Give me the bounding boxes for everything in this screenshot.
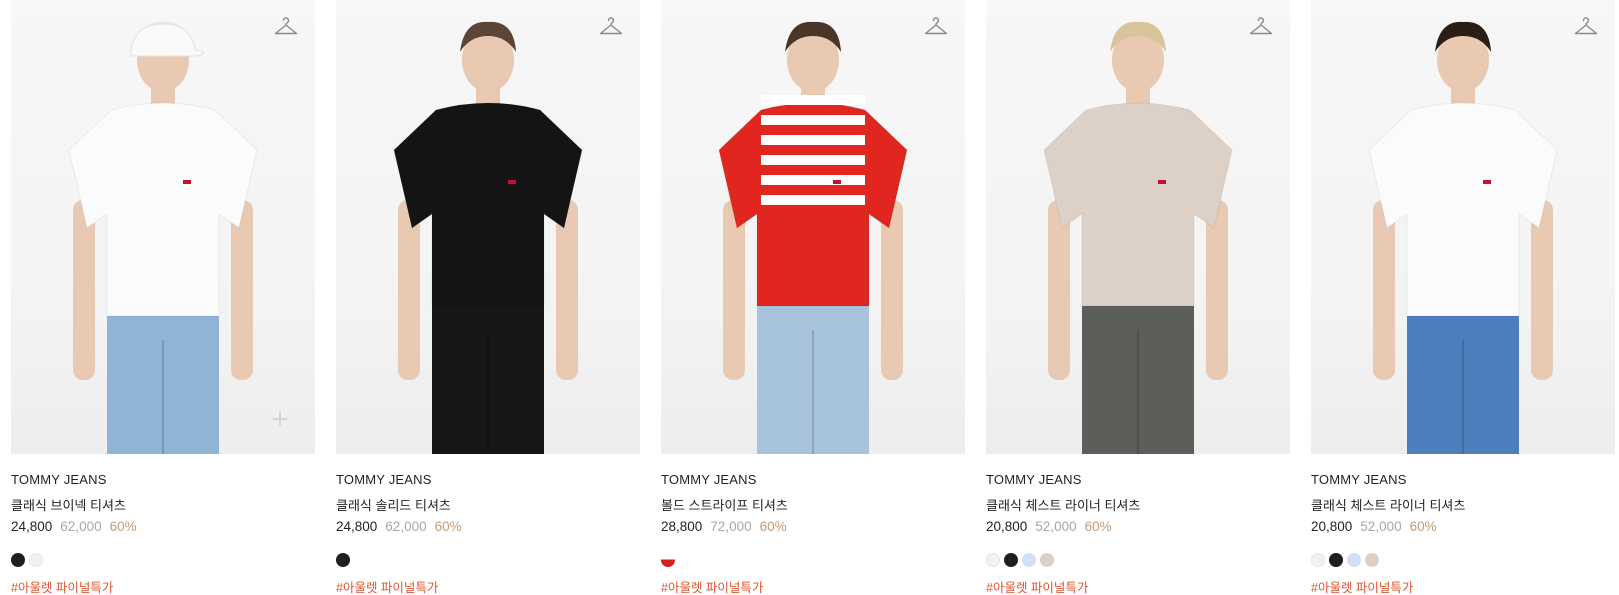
price-row: 28,800 72,000 60% — [661, 519, 787, 534]
sale-price: 24,800 — [11, 519, 53, 534]
discount-rate: 60% — [1409, 519, 1437, 534]
promo-tag[interactable]: #아울렛 파이널특가 — [661, 577, 763, 595]
product-brand: TOMMY JEANS — [661, 472, 757, 487]
price-row: 24,800 62,000 60% — [336, 519, 462, 534]
original-price: 52,000 — [1360, 519, 1402, 534]
discount-rate: 60% — [109, 519, 137, 534]
color-swatch[interactable] — [661, 553, 675, 567]
color-swatches — [1311, 553, 1379, 567]
promo-tag[interactable]: #아울렛 파이널특가 — [986, 577, 1088, 595]
promo-tag[interactable]: #아울렛 파이널특가 — [11, 577, 113, 595]
color-swatch[interactable] — [1022, 553, 1036, 567]
product-brand: TOMMY JEANS — [986, 472, 1082, 487]
product-card[interactable]: TOMMY JEANS 클래식 체스트 라이너 티셔츠 20,800 52,000… — [1311, 0, 1615, 595]
product-grid: TOMMY JEANS 클래식 브이넥 티셔츠 24,800 62,000 60% … — [0, 0, 1619, 595]
product-brand: TOMMY JEANS — [1311, 472, 1407, 487]
product-card[interactable]: TOMMY JEANS 클래식 브이넥 티셔츠 24,800 62,000 60% … — [11, 0, 315, 595]
color-swatch[interactable] — [336, 553, 350, 567]
color-swatch[interactable] — [1040, 553, 1054, 567]
original-price: 62,000 — [60, 519, 102, 534]
color-swatch[interactable] — [29, 553, 43, 567]
discount-rate: 60% — [1084, 519, 1112, 534]
original-price: 52,000 — [1035, 519, 1077, 534]
hanger-icon[interactable] — [273, 14, 299, 38]
color-swatch[interactable] — [1347, 553, 1361, 567]
color-swatches — [336, 553, 350, 567]
product-photo[interactable] — [11, 0, 315, 454]
hanger-icon[interactable] — [1573, 14, 1599, 38]
product-photo[interactable] — [1311, 0, 1615, 454]
color-swatches — [11, 553, 43, 567]
product-name[interactable]: 클래식 브이넥 티셔츠 — [11, 495, 126, 514]
hanger-icon[interactable] — [598, 14, 624, 38]
sale-price: 20,800 — [986, 519, 1028, 534]
color-swatch[interactable] — [986, 553, 1000, 567]
hanger-icon[interactable] — [923, 14, 949, 38]
promo-tag[interactable]: #아울렛 파이널특가 — [336, 577, 438, 595]
product-name[interactable]: 클래식 체스트 라이너 티셔츠 — [986, 495, 1140, 514]
color-swatch[interactable] — [1311, 553, 1325, 567]
product-name[interactable]: 볼드 스트라이프 티셔츠 — [661, 495, 788, 514]
product-card[interactable]: TOMMY JEANS 볼드 스트라이프 티셔츠 28,800 72,000 60%… — [661, 0, 965, 595]
promo-tag[interactable]: #아울렛 파이널특가 — [1311, 577, 1413, 595]
price-row: 24,800 62,000 60% — [11, 519, 137, 534]
product-photo[interactable] — [661, 0, 965, 454]
discount-rate: 60% — [759, 519, 787, 534]
plus-icon[interactable] — [273, 412, 287, 426]
product-name[interactable]: 클래식 솔리드 티셔츠 — [336, 495, 451, 514]
product-brand: TOMMY JEANS — [11, 472, 107, 487]
hanger-icon[interactable] — [1248, 14, 1274, 38]
sale-price: 28,800 — [661, 519, 703, 534]
original-price: 62,000 — [385, 519, 427, 534]
product-photo[interactable] — [986, 0, 1290, 454]
sale-price: 24,800 — [336, 519, 378, 534]
product-brand: TOMMY JEANS — [336, 472, 432, 487]
sale-price: 20,800 — [1311, 519, 1353, 534]
price-row: 20,800 52,000 60% — [986, 519, 1112, 534]
product-photo[interactable] — [336, 0, 640, 454]
color-swatch[interactable] — [1365, 553, 1379, 567]
product-card[interactable]: TOMMY JEANS 클래식 체스트 라이너 티셔츠 20,800 52,000… — [986, 0, 1290, 595]
original-price: 72,000 — [710, 519, 752, 534]
color-swatches — [986, 553, 1054, 567]
color-swatches — [661, 553, 675, 567]
color-swatch[interactable] — [1004, 553, 1018, 567]
color-swatch[interactable] — [1329, 553, 1343, 567]
product-name[interactable]: 클래식 체스트 라이너 티셔츠 — [1311, 495, 1465, 514]
color-swatch[interactable] — [11, 553, 25, 567]
product-card[interactable]: TOMMY JEANS 클래식 솔리드 티셔츠 24,800 62,000 60% … — [336, 0, 640, 595]
price-row: 20,800 52,000 60% — [1311, 519, 1437, 534]
discount-rate: 60% — [434, 519, 462, 534]
